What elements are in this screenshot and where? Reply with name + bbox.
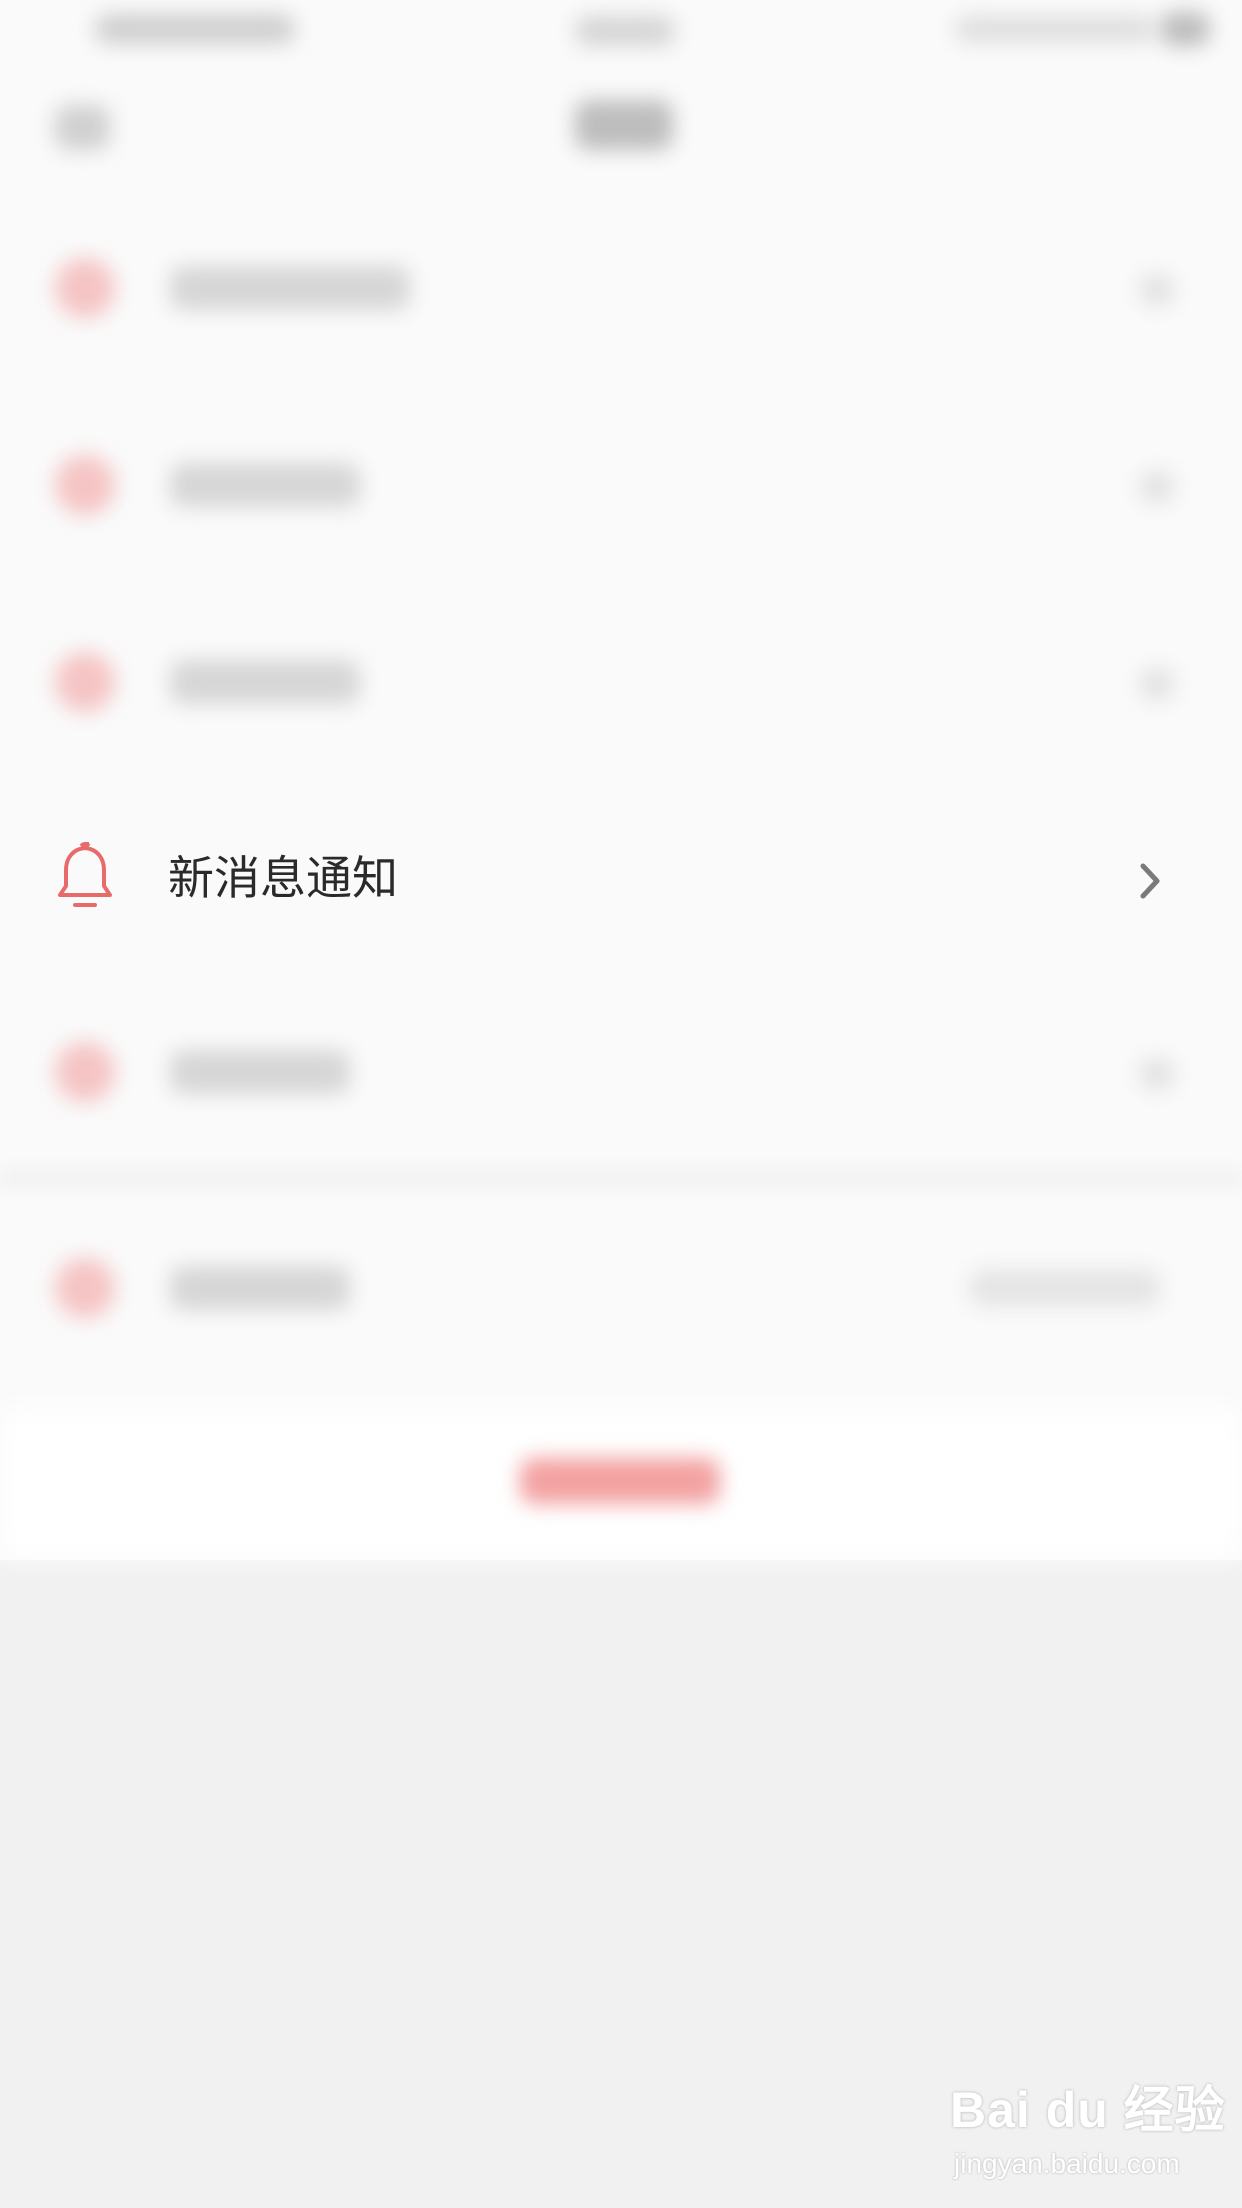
row-icon bbox=[55, 1042, 115, 1102]
back-button[interactable] bbox=[55, 105, 110, 150]
new-message-notification-item[interactable]: 新消息通知 bbox=[0, 820, 1242, 940]
chevron-right-icon bbox=[1140, 668, 1174, 700]
page-title bbox=[575, 100, 673, 150]
settings-screen bbox=[0, 0, 1242, 1560]
chevron-right-icon bbox=[1140, 471, 1174, 503]
watermark-site: jingyan.baidu.com bbox=[954, 2148, 1180, 2179]
status-bar-time bbox=[575, 16, 675, 46]
status-bar-carrier bbox=[95, 14, 295, 44]
row-icon bbox=[55, 258, 115, 318]
row-icon bbox=[55, 455, 115, 515]
row-label bbox=[170, 660, 360, 704]
watermark-brand: Bai du 经验 bbox=[950, 2082, 1226, 2138]
row-label bbox=[170, 1266, 350, 1310]
bell-icon bbox=[58, 842, 112, 907]
row-label bbox=[170, 1050, 350, 1094]
battery-icon bbox=[1160, 12, 1210, 46]
row-value bbox=[970, 1270, 1160, 1306]
row-label bbox=[170, 266, 410, 310]
row-icon bbox=[55, 1258, 115, 1318]
chevron-right-icon bbox=[1140, 863, 1160, 899]
row-label bbox=[170, 463, 360, 507]
section-divider bbox=[0, 1170, 1242, 1186]
baidu-jingyan-watermark: Bai du 经验 jingyan.baidu.com bbox=[950, 2070, 1225, 2190]
item-label: 新消息通知 bbox=[168, 851, 398, 905]
logout-button[interactable] bbox=[520, 1458, 720, 1504]
chevron-right-icon bbox=[1140, 274, 1174, 306]
row-icon bbox=[55, 652, 115, 712]
chevron-right-icon bbox=[1140, 1058, 1174, 1090]
status-bar-indicators bbox=[955, 16, 1155, 42]
